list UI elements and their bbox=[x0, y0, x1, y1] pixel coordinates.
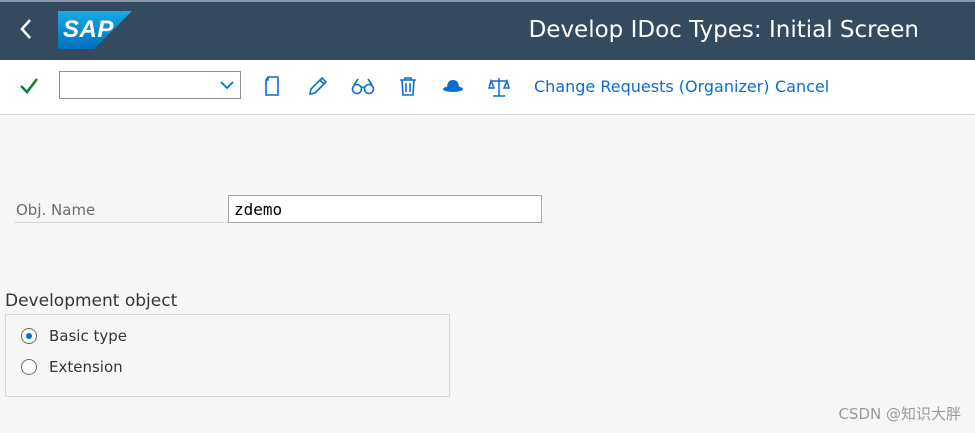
radio-basic-type[interactable]: Basic type bbox=[21, 327, 127, 345]
command-field[interactable] bbox=[59, 71, 241, 99]
radio-label-basic-type: Basic type bbox=[49, 327, 127, 345]
display-icon[interactable] bbox=[351, 76, 375, 101]
delete-icon[interactable] bbox=[398, 76, 418, 101]
application-toolbar: Change Requests (Organizer) Cancel bbox=[0, 60, 975, 115]
balance-icon[interactable] bbox=[488, 76, 510, 103]
radio-button-selected[interactable] bbox=[21, 328, 37, 344]
change-requests-button[interactable]: Change Requests (Organizer) bbox=[534, 77, 770, 96]
cancel-button[interactable]: Cancel bbox=[775, 77, 829, 96]
sap-logo-text: SAP bbox=[63, 16, 114, 43]
radio-extension[interactable]: Extension bbox=[21, 358, 123, 376]
obj-name-label: Obj. Name bbox=[16, 201, 96, 219]
copy-icon[interactable] bbox=[263, 76, 281, 101]
back-button[interactable] bbox=[12, 16, 40, 46]
checkmark-icon[interactable] bbox=[19, 76, 39, 101]
obj-name-input[interactable] bbox=[228, 195, 542, 223]
shell-header: SAP Develop IDoc Types: Initial Screen bbox=[0, 0, 975, 60]
watermark: CSDN @知识大胖 bbox=[838, 405, 961, 423]
radio-label-extension: Extension bbox=[49, 358, 123, 376]
label-underline bbox=[14, 222, 228, 223]
hat-icon[interactable] bbox=[442, 76, 464, 101]
chevron-left-icon bbox=[19, 18, 33, 45]
page-title: Develop IDoc Types: Initial Screen bbox=[528, 17, 919, 43]
chevron-down-icon bbox=[220, 78, 234, 97]
development-object-title: Development object bbox=[5, 291, 178, 311]
edit-icon[interactable] bbox=[308, 76, 328, 101]
development-object-group: Basic type Extension bbox=[5, 314, 450, 397]
radio-button[interactable] bbox=[21, 359, 37, 375]
